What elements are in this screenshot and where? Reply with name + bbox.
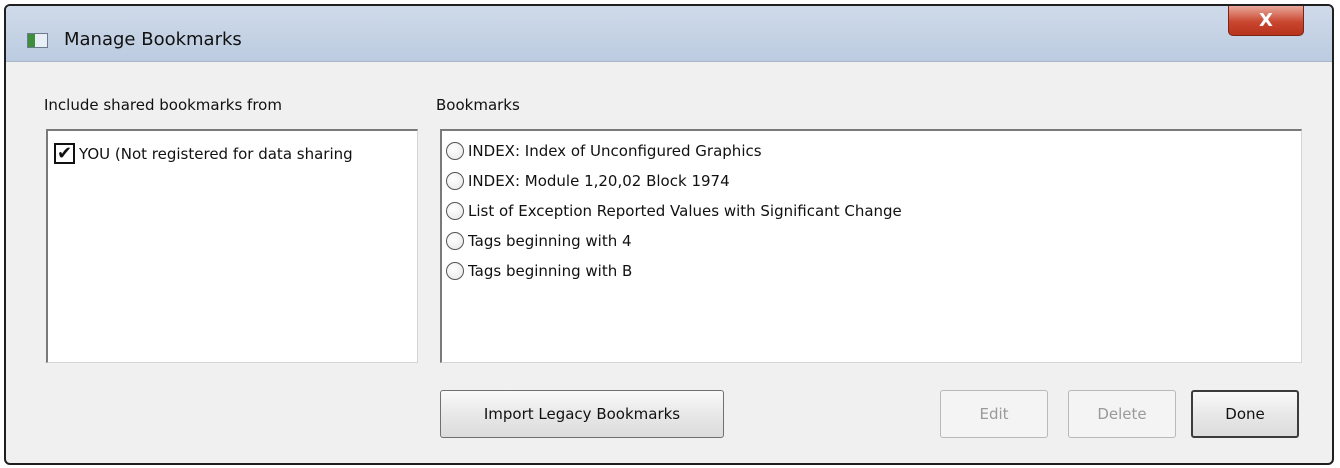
window-title: Manage Bookmarks	[64, 29, 242, 50]
bookmarks-label: Bookmarks	[436, 96, 520, 114]
bookmark-item[interactable]: List of Exception Reported Values with S…	[446, 199, 902, 223]
shared-bookmarks-label: Include shared bookmarks from	[44, 96, 282, 114]
bookmark-label: INDEX: Index of Unconfigured Graphics	[468, 142, 762, 160]
bookmark-item[interactable]: Tags beginning with B	[446, 259, 632, 283]
bookmark-label: List of Exception Reported Values with S…	[468, 202, 902, 220]
bookmark-item[interactable]: Tags beginning with 4	[446, 229, 632, 253]
radio-button-icon[interactable]	[446, 172, 464, 190]
done-button[interactable]: Done	[1191, 390, 1299, 438]
radio-button-icon[interactable]	[446, 142, 464, 160]
bookmark-label: INDEX: Module 1,20,02 Block 1974	[468, 172, 730, 190]
delete-button[interactable]: Delete	[1068, 390, 1176, 438]
shared-sources-list[interactable]: ✔ YOU (Not registered for data sharing	[46, 129, 418, 363]
bookmark-label: Tags beginning with 4	[468, 232, 632, 250]
app-window-icon	[27, 33, 48, 48]
import-legacy-bookmarks-button[interactable]: Import Legacy Bookmarks	[440, 390, 724, 438]
checkbox-checked-icon[interactable]: ✔	[54, 143, 75, 164]
bookmark-item[interactable]: INDEX: Module 1,20,02 Block 1974	[446, 169, 730, 193]
close-button[interactable]: X	[1228, 6, 1304, 36]
bookmark-label: Tags beginning with B	[468, 262, 633, 280]
title-bar[interactable]: Manage Bookmarks X	[6, 6, 1332, 62]
bookmarks-list[interactable]: INDEX: Index of Unconfigured Graphics IN…	[440, 129, 1302, 363]
edit-button[interactable]: Edit	[940, 390, 1048, 438]
manage-bookmarks-dialog: Manage Bookmarks X Include shared bookma…	[4, 4, 1334, 465]
radio-button-icon[interactable]	[446, 202, 464, 220]
radio-button-icon[interactable]	[446, 262, 464, 280]
dialog-content: Include shared bookmarks from Bookmarks …	[28, 62, 1310, 445]
shared-source-item[interactable]: ✔ YOU (Not registered for data sharing	[54, 143, 353, 164]
bookmark-item[interactable]: INDEX: Index of Unconfigured Graphics	[446, 139, 762, 163]
shared-source-label: YOU (Not registered for data sharing	[79, 144, 353, 163]
radio-button-icon[interactable]	[446, 232, 464, 250]
